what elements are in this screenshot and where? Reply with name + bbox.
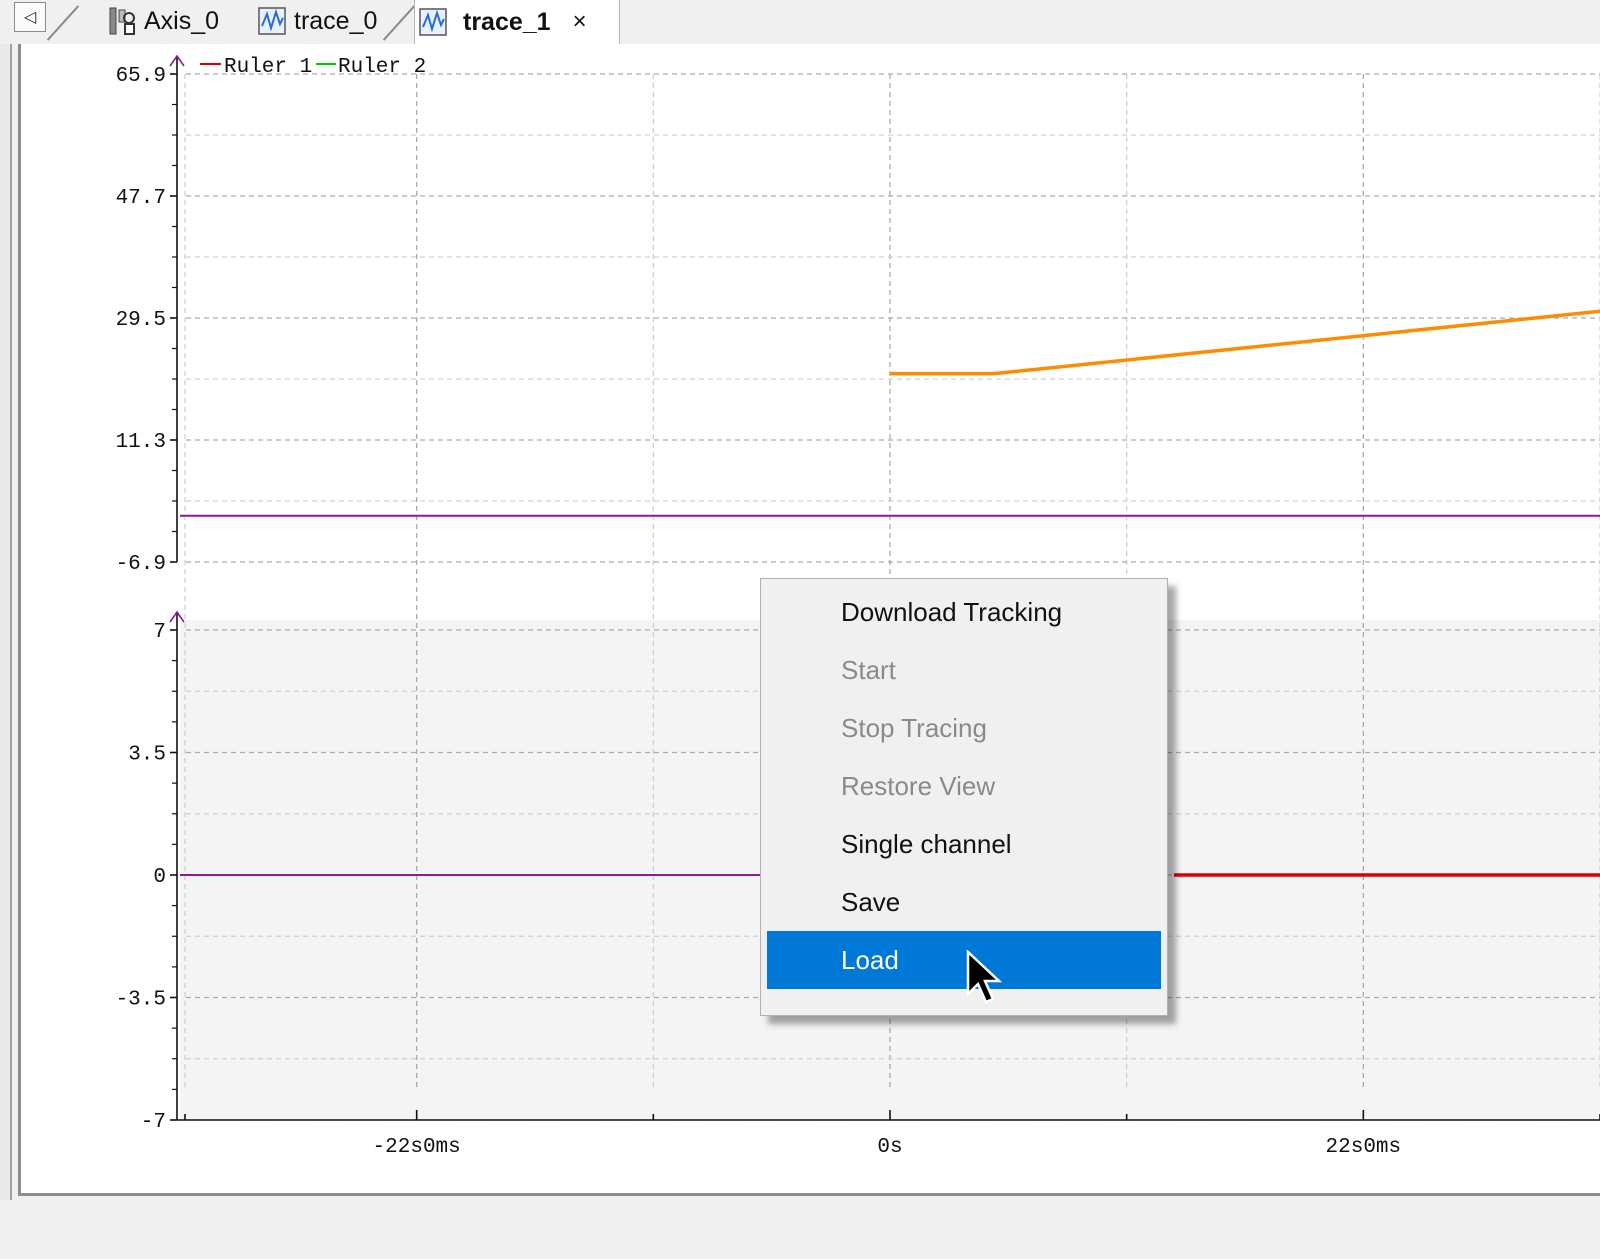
- status-strip: [0, 1205, 1600, 1259]
- menu-item-start[interactable]: Start: [767, 641, 1161, 699]
- chart-legend: Ruler 1 Ruler 2: [200, 56, 426, 79]
- mouse-pointer-icon: [966, 950, 1003, 1004]
- y-tick-label: 29.5: [116, 309, 166, 332]
- y-tick-label: 0: [153, 866, 166, 889]
- y-tick-label: -3.5: [116, 989, 166, 1012]
- menu-item-restore-view[interactable]: Restore View: [767, 757, 1161, 815]
- y-tick-label: -7: [141, 1111, 166, 1134]
- x-tick-label: 0s: [877, 1136, 902, 1159]
- menu-item-single-channel[interactable]: Single channel: [767, 815, 1161, 873]
- y-tick-label: 7: [153, 621, 166, 644]
- x-tick-label: -22s0ms: [373, 1136, 461, 1159]
- menu-item-load[interactable]: Load: [767, 931, 1161, 989]
- y-tick-label: 65.9: [116, 65, 166, 88]
- context-menu: Download Tracking Start Stop Tracing Res…: [760, 578, 1168, 1016]
- y-tick-label: 47.7: [116, 187, 166, 210]
- x-tick-label: 22s0ms: [1326, 1136, 1402, 1159]
- series-line: [890, 309, 1600, 376]
- menu-item-download-tracking[interactable]: Download Tracking: [767, 583, 1161, 641]
- y-tick-label: 11.3: [116, 431, 166, 454]
- menu-item-save[interactable]: Save: [767, 873, 1161, 931]
- legend-label-ruler-1: Ruler 1: [224, 56, 312, 79]
- legend-label-ruler-2: Ruler 2: [338, 56, 426, 79]
- menu-item-stop-tracing[interactable]: Stop Tracing: [767, 699, 1161, 757]
- y-tick-label: -6.9: [116, 553, 166, 576]
- y-tick-label: 3.5: [128, 744, 166, 767]
